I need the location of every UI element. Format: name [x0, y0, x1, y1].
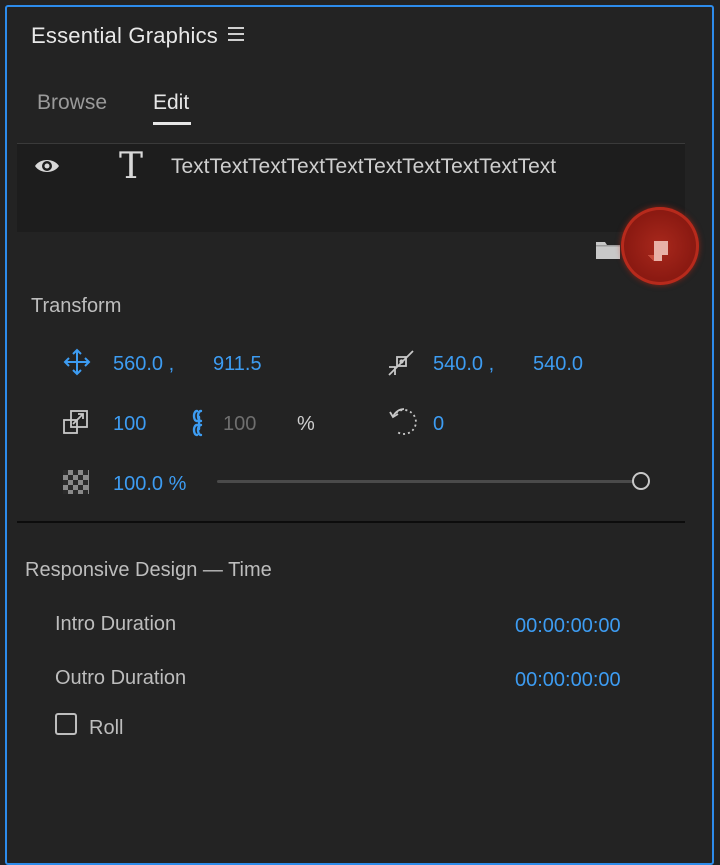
- roll-checkbox[interactable]: [55, 713, 77, 735]
- anchor-x-value[interactable]: 540.0 ,: [433, 353, 494, 376]
- tab-browse[interactable]: Browse: [37, 91, 107, 115]
- position-y-value[interactable]: 911.5: [213, 353, 262, 376]
- outro-duration-label: Outro Duration: [55, 667, 187, 689]
- intro-duration-value[interactable]: 00:00:00:00: [515, 615, 621, 638]
- opacity-icon: [63, 470, 89, 499]
- transform-section-title: Transform: [31, 295, 122, 317]
- layer-name[interactable]: TextTextTextTextTextTextTextTextTextText: [171, 155, 556, 179]
- text-layer-icon: T: [119, 146, 144, 187]
- essential-graphics-panel: Essential Graphics Browse Edit T TextTex…: [5, 5, 714, 865]
- scale-value[interactable]: 100: [113, 413, 146, 436]
- opacity-slider-track[interactable]: [217, 480, 641, 483]
- scale-height-value[interactable]: 100: [223, 413, 256, 436]
- responsive-design-title: Responsive Design — Time: [25, 559, 272, 581]
- opacity-slider-handle[interactable]: [632, 472, 650, 490]
- panel-title: Essential Graphics: [31, 23, 219, 48]
- rotation-value[interactable]: 0: [433, 413, 444, 436]
- tab-edit[interactable]: Edit: [153, 91, 189, 115]
- link-icon[interactable]: [191, 407, 207, 444]
- position-x-value[interactable]: 560.0 ,: [113, 353, 174, 376]
- roll-label: Roll: [89, 717, 124, 739]
- opacity-value[interactable]: 100.0 %: [113, 473, 186, 496]
- intro-duration-label: Intro Duration: [55, 613, 177, 635]
- new-layer-icon[interactable]: [647, 240, 669, 267]
- scale-unit: %: [297, 413, 315, 435]
- outro-duration-value[interactable]: 00:00:00:00: [515, 669, 621, 692]
- hamburger-menu-icon[interactable]: [228, 27, 244, 41]
- scale-icon: [61, 407, 91, 442]
- active-tab-indicator: [153, 122, 191, 125]
- position-icon: [63, 348, 91, 381]
- eye-icon[interactable]: [33, 155, 61, 182]
- anchor-point-icon: [387, 347, 417, 382]
- section-divider: [17, 521, 685, 523]
- rotation-icon: [387, 405, 421, 444]
- anchor-y-value[interactable]: 540.0: [533, 353, 583, 376]
- folder-icon[interactable]: [595, 240, 621, 265]
